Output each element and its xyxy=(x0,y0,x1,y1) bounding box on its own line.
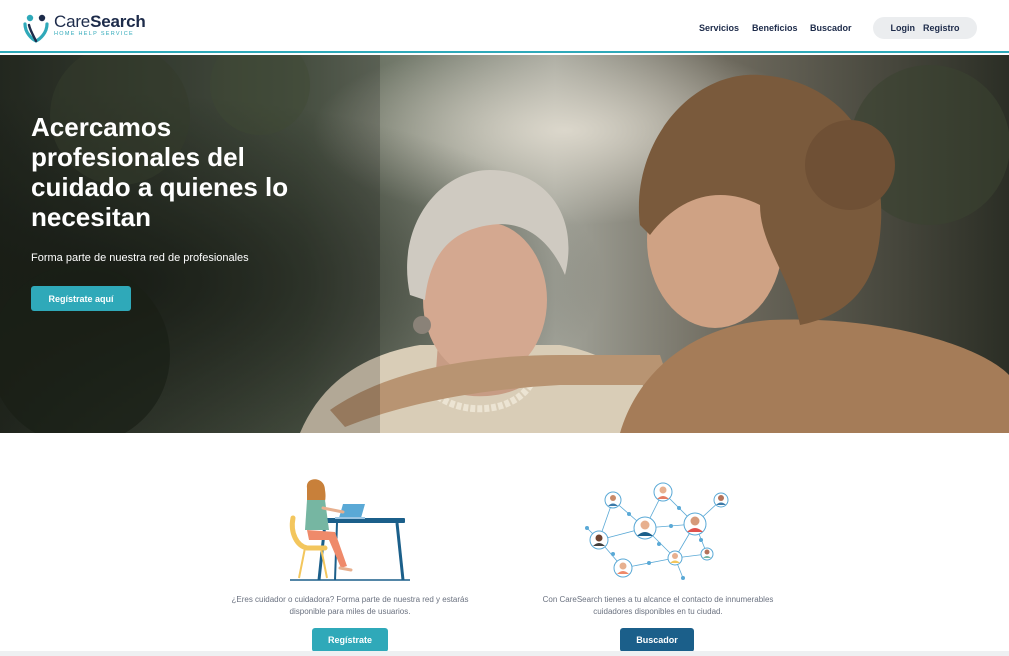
search-card-text: Con CareSearch tienes a tu alcance el co… xyxy=(542,595,774,616)
search-card-button[interactable]: Buscador xyxy=(620,628,694,652)
bottom-strip xyxy=(0,651,1009,656)
login-link[interactable]: Login xyxy=(890,23,915,33)
caregiver-card: ¿Eres cuidador o cuidadora? Forma parte … xyxy=(210,478,490,652)
register-card-button[interactable]: Regístrate xyxy=(312,628,388,652)
card-illustration xyxy=(210,478,490,588)
nav-beneficios[interactable]: Beneficios xyxy=(752,23,798,33)
network-people-illustration xyxy=(585,482,729,580)
nav-buscador[interactable]: Buscador xyxy=(810,23,852,33)
woman-laptop-illustration xyxy=(289,479,410,581)
card-illustration xyxy=(518,478,798,588)
logo-name-care: Care xyxy=(54,12,91,31)
caresearch-logo-icon xyxy=(23,14,49,43)
caresearch-logo[interactable]: CareSearch HOME HELP SERVICE xyxy=(22,13,146,43)
nav-servicios[interactable]: Servicios xyxy=(699,23,739,33)
auth-pill: Login Registro xyxy=(873,17,977,39)
hero-title: Acercamos profesionales del cuidado a qu… xyxy=(31,112,289,232)
hero-subtitle: Forma parte de nuestra red de profesiona… xyxy=(31,252,249,264)
caregiver-card-text: ¿Eres cuidador o cuidadora? Forma parte … xyxy=(231,595,469,616)
hero-section: Acercamos profesionales del cuidado a qu… xyxy=(0,55,1009,433)
logo-name-search: Search xyxy=(90,12,146,31)
logo-tagline: HOME HELP SERVICE xyxy=(54,31,134,37)
site-header: CareSearch HOME HELP SERVICE Servicios B… xyxy=(0,0,1009,53)
register-link[interactable]: Registro xyxy=(923,23,960,33)
search-card: Con CareSearch tienes a tu alcance el co… xyxy=(518,478,798,652)
logo-name: CareSearch xyxy=(54,13,146,30)
hero-register-button[interactable]: Regístrate aquí xyxy=(31,286,131,311)
